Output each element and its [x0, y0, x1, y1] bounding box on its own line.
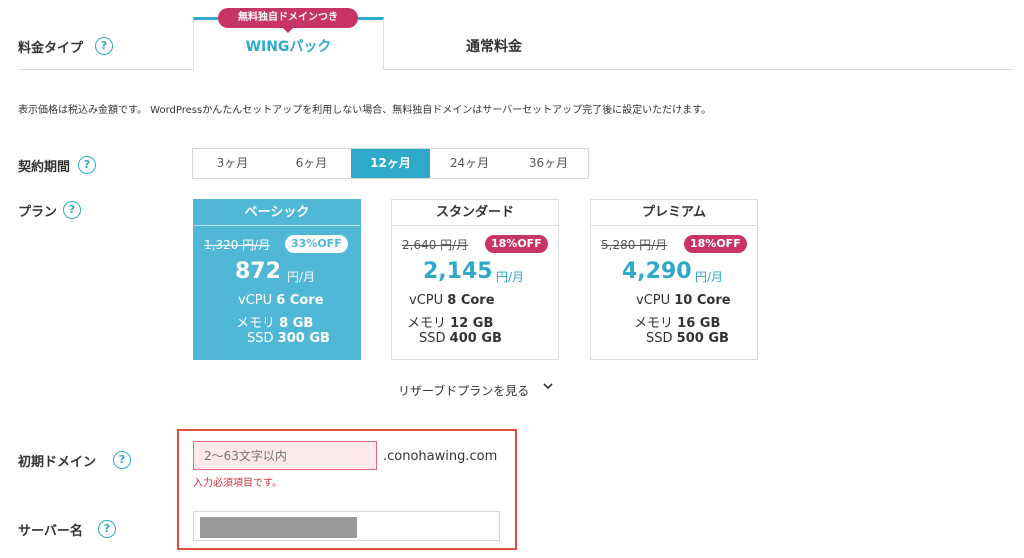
- plan-card-standard[interactable]: スタンダード 2,640 円/月 18%OFF 2,145 円/月 vCPU 8…: [391, 199, 559, 360]
- plan-name: プレミアム: [591, 200, 757, 226]
- period-option-6[interactable]: 6ヶ月: [272, 149, 351, 178]
- help-icon[interactable]: ?: [95, 37, 113, 55]
- help-icon[interactable]: ?: [113, 451, 131, 469]
- plan-spec-memory: メモリ 12 GB: [407, 316, 494, 331]
- help-icon[interactable]: ?: [98, 520, 116, 538]
- plan-spec-vcpu: vCPU 8 Core: [409, 293, 495, 308]
- plan-label: プラン: [18, 205, 58, 220]
- plan-spec-ssd: SSD 500 GB: [646, 331, 729, 346]
- domain-suffix: .conohawing.com: [383, 449, 498, 464]
- plan-name: スタンダード: [392, 200, 558, 226]
- plan-price: 4,290: [622, 259, 692, 284]
- reserved-plan-link[interactable]: リザーブドプランを見る: [398, 382, 529, 399]
- plan-price-unit: 円/月: [496, 270, 525, 284]
- discount-badge: 18%OFF: [485, 235, 548, 253]
- contract-period-label: 契約期間: [18, 160, 71, 175]
- tab-divider: [18, 69, 193, 70]
- pricing-type-label: 料金タイプ: [18, 41, 84, 56]
- plan-spec-memory: メモリ 16 GB: [634, 316, 721, 331]
- contract-period-selector: 3ヶ月 6ヶ月 12ヶ月 24ヶ月 36ヶ月: [192, 148, 589, 179]
- price-notice: 表示価格は税込み金額です。 WordPressかんたんセットアップを利用しない場…: [18, 105, 712, 116]
- tab-regular-price-label: 通常料金: [466, 39, 522, 55]
- domain-error-message: 入力必須項目です。: [193, 478, 282, 489]
- server-name-input[interactable]: [193, 511, 500, 541]
- server-name-label: サーバー名: [18, 524, 83, 539]
- plan-price: 2,145: [423, 259, 493, 284]
- chevron-down-icon[interactable]: [542, 380, 554, 395]
- period-option-36[interactable]: 36ヶ月: [509, 149, 588, 178]
- plan-old-price: 5,280 円/月: [601, 238, 668, 252]
- tab-wing-pack-label: WINGパック: [245, 39, 332, 55]
- plan-spec-ssd: SSD 300 GB: [247, 331, 330, 346]
- plan-spec-vcpu: vCPU 10 Core: [636, 293, 731, 308]
- help-icon[interactable]: ?: [63, 201, 81, 219]
- plan-name: ベーシック: [194, 200, 360, 226]
- plan-old-price: 2,640 円/月: [402, 238, 469, 252]
- tab-regular-price[interactable]: 通常料金: [384, 17, 604, 69]
- initial-domain-input[interactable]: [193, 441, 377, 470]
- period-option-12[interactable]: 12ヶ月: [351, 149, 430, 178]
- plan-spec-memory: メモリ 8 GB: [236, 316, 314, 331]
- initial-domain-label: 初期ドメイン: [18, 455, 97, 470]
- free-domain-badge: 無料独自ドメインつき: [218, 8, 358, 33]
- plan-card-basic[interactable]: ベーシック 1,320 円/月 33%OFF 872 円/月 vCPU 6 Co…: [193, 199, 361, 360]
- plan-price-unit: 円/月: [287, 270, 316, 284]
- plan-spec-ssd: SSD 400 GB: [419, 331, 502, 346]
- tab-divider: [384, 69, 1014, 70]
- plan-old-price: 1,320 円/月: [204, 238, 271, 252]
- plan-price-unit: 円/月: [695, 270, 724, 284]
- plan-card-premium[interactable]: プレミアム 5,280 円/月 18%OFF 4,290 円/月 vCPU 10…: [590, 199, 758, 360]
- help-icon[interactable]: ?: [78, 156, 96, 174]
- plan-spec-vcpu: vCPU 6 Core: [238, 293, 324, 308]
- period-option-3[interactable]: 3ヶ月: [193, 149, 272, 178]
- redacted-value: [200, 517, 357, 538]
- discount-badge: 33%OFF: [285, 235, 348, 253]
- discount-badge: 18%OFF: [684, 235, 747, 253]
- period-option-24[interactable]: 24ヶ月: [430, 149, 509, 178]
- plan-price: 872: [235, 259, 281, 284]
